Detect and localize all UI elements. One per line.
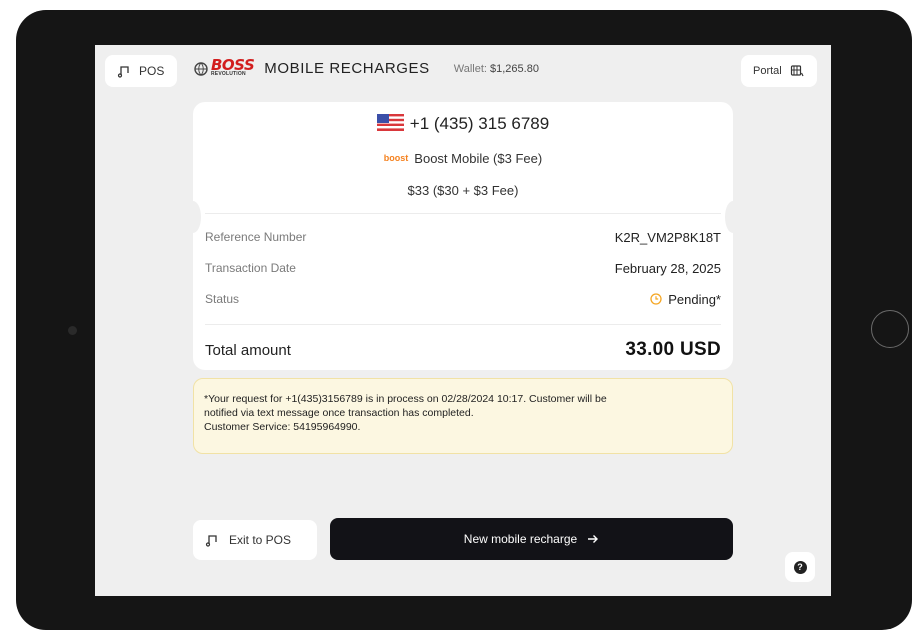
divider <box>205 213 721 214</box>
detail-row-reference: Reference Number K2R_VM2P8K18T <box>205 230 721 245</box>
app-brand: BOSS REVOLUTION MOBILE RECHARGES Wallet:… <box>193 56 539 77</box>
pos-button-label: POS <box>139 64 165 78</box>
help-icon: ? <box>793 560 807 574</box>
app-screen: POS BOSS REVOLUTION MOBILE RECHARGES Wal… <box>95 45 831 596</box>
total-label: Total amount <box>205 341 291 359</box>
wallet-balance: Wallet: $1,265.80 <box>454 63 539 75</box>
notice-line: Customer Service: 54195964990. <box>204 421 361 433</box>
phone-number-row: +1 (435) 315 6789 <box>193 114 733 134</box>
total-row: Total amount 33.00 USD <box>205 339 721 361</box>
status-badge: Pending* <box>650 292 721 307</box>
detail-row-date: Transaction Date February 28, 2025 <box>205 261 721 276</box>
detail-label: Reference Number <box>205 230 307 244</box>
processing-notice: *Your request for +1(435)3156789 is in p… <box>193 378 733 454</box>
pos-icon <box>205 535 217 547</box>
detail-label: Status <box>205 292 240 306</box>
portal-icon <box>790 65 804 77</box>
boost-logo: boost <box>383 153 409 163</box>
boss-logo: BOSS REVOLUTION <box>193 56 255 77</box>
globe-icon <box>194 61 208 76</box>
transaction-date: February 28, 2025 <box>614 261 721 276</box>
phone-number: +1 (435) 315 6789 <box>409 114 550 133</box>
exit-button-label: Exit to POS <box>229 533 292 547</box>
divider <box>205 324 721 325</box>
ticket-notch-right <box>725 201 741 233</box>
page-title: MOBILE RECHARGES <box>264 60 430 77</box>
notice-line: notified via text message once transacti… <box>204 407 474 419</box>
tablet-home-button <box>871 310 909 348</box>
pos-icon <box>117 66 129 78</box>
arrow-right-icon <box>588 535 599 543</box>
help-button[interactable]: ? <box>785 552 815 582</box>
new-mobile-recharge-button[interactable]: New mobile recharge <box>330 518 733 560</box>
wallet-label: Wallet: <box>453 62 487 75</box>
amount-summary: $33 ($30 + $3 Fee) <box>407 183 519 198</box>
tablet-camera <box>68 326 77 335</box>
exit-to-pos-button[interactable]: Exit to POS <box>193 520 317 560</box>
receipt-card: +1 (435) 315 6789 boost Boost Mobile ($3 … <box>185 102 741 370</box>
detail-row-status: Status Pending* <box>205 292 721 307</box>
portal-button[interactable]: Portal <box>741 55 817 87</box>
flag-us-icon <box>376 114 404 131</box>
notice-line: *Your request for +1(435)3156789 is in p… <box>204 393 607 405</box>
wallet-value: $1,265.80 <box>490 62 539 75</box>
reference-number: K2R_VM2P8K18T <box>614 230 721 245</box>
new-recharge-label: New mobile recharge <box>463 532 578 546</box>
carrier-row: boost Boost Mobile ($3 Fee) <box>193 151 733 166</box>
pos-button[interactable]: POS <box>105 55 177 87</box>
ticket-notch-left <box>185 201 201 233</box>
total-value: 33.00 USD <box>625 339 721 360</box>
clock-icon <box>650 293 662 305</box>
status-value: Pending* <box>668 292 721 307</box>
logo-text: BOSS <box>211 56 255 74</box>
portal-button-label: Portal <box>753 65 782 77</box>
detail-label: Transaction Date <box>205 261 296 275</box>
carrier-name: Boost Mobile ($3 Fee) <box>414 151 543 166</box>
